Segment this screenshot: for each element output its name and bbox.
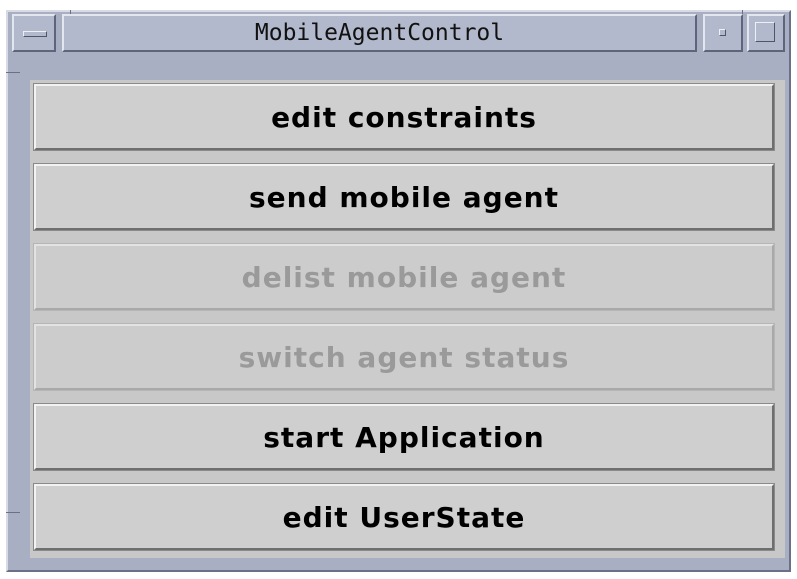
- client-area: edit constraints send mobile agent delis…: [30, 80, 785, 558]
- minimize-icon: [719, 29, 726, 36]
- maximize-icon: [755, 22, 775, 42]
- window-menu-button[interactable]: [12, 14, 56, 52]
- start-application-button[interactable]: start Application: [33, 403, 775, 471]
- frame-tick: [6, 72, 20, 73]
- button-list: edit constraints send mobile agent delis…: [33, 83, 783, 564]
- switch-agent-status-button: switch agent status: [33, 323, 775, 391]
- send-mobile-agent-button[interactable]: send mobile agent: [33, 163, 775, 231]
- minimize-button[interactable]: [703, 14, 743, 52]
- maximize-button[interactable]: [747, 14, 785, 52]
- frame-tick: [6, 512, 20, 513]
- edit-userstate-button[interactable]: edit UserState: [33, 483, 775, 551]
- window-title[interactable]: MobileAgentControl: [62, 14, 697, 52]
- window-menu-icon: [23, 31, 47, 37]
- title-bar[interactable]: MobileAgentControl: [12, 14, 785, 56]
- edit-constraints-button[interactable]: edit constraints: [33, 83, 775, 151]
- delist-mobile-agent-button: delist mobile agent: [33, 243, 775, 311]
